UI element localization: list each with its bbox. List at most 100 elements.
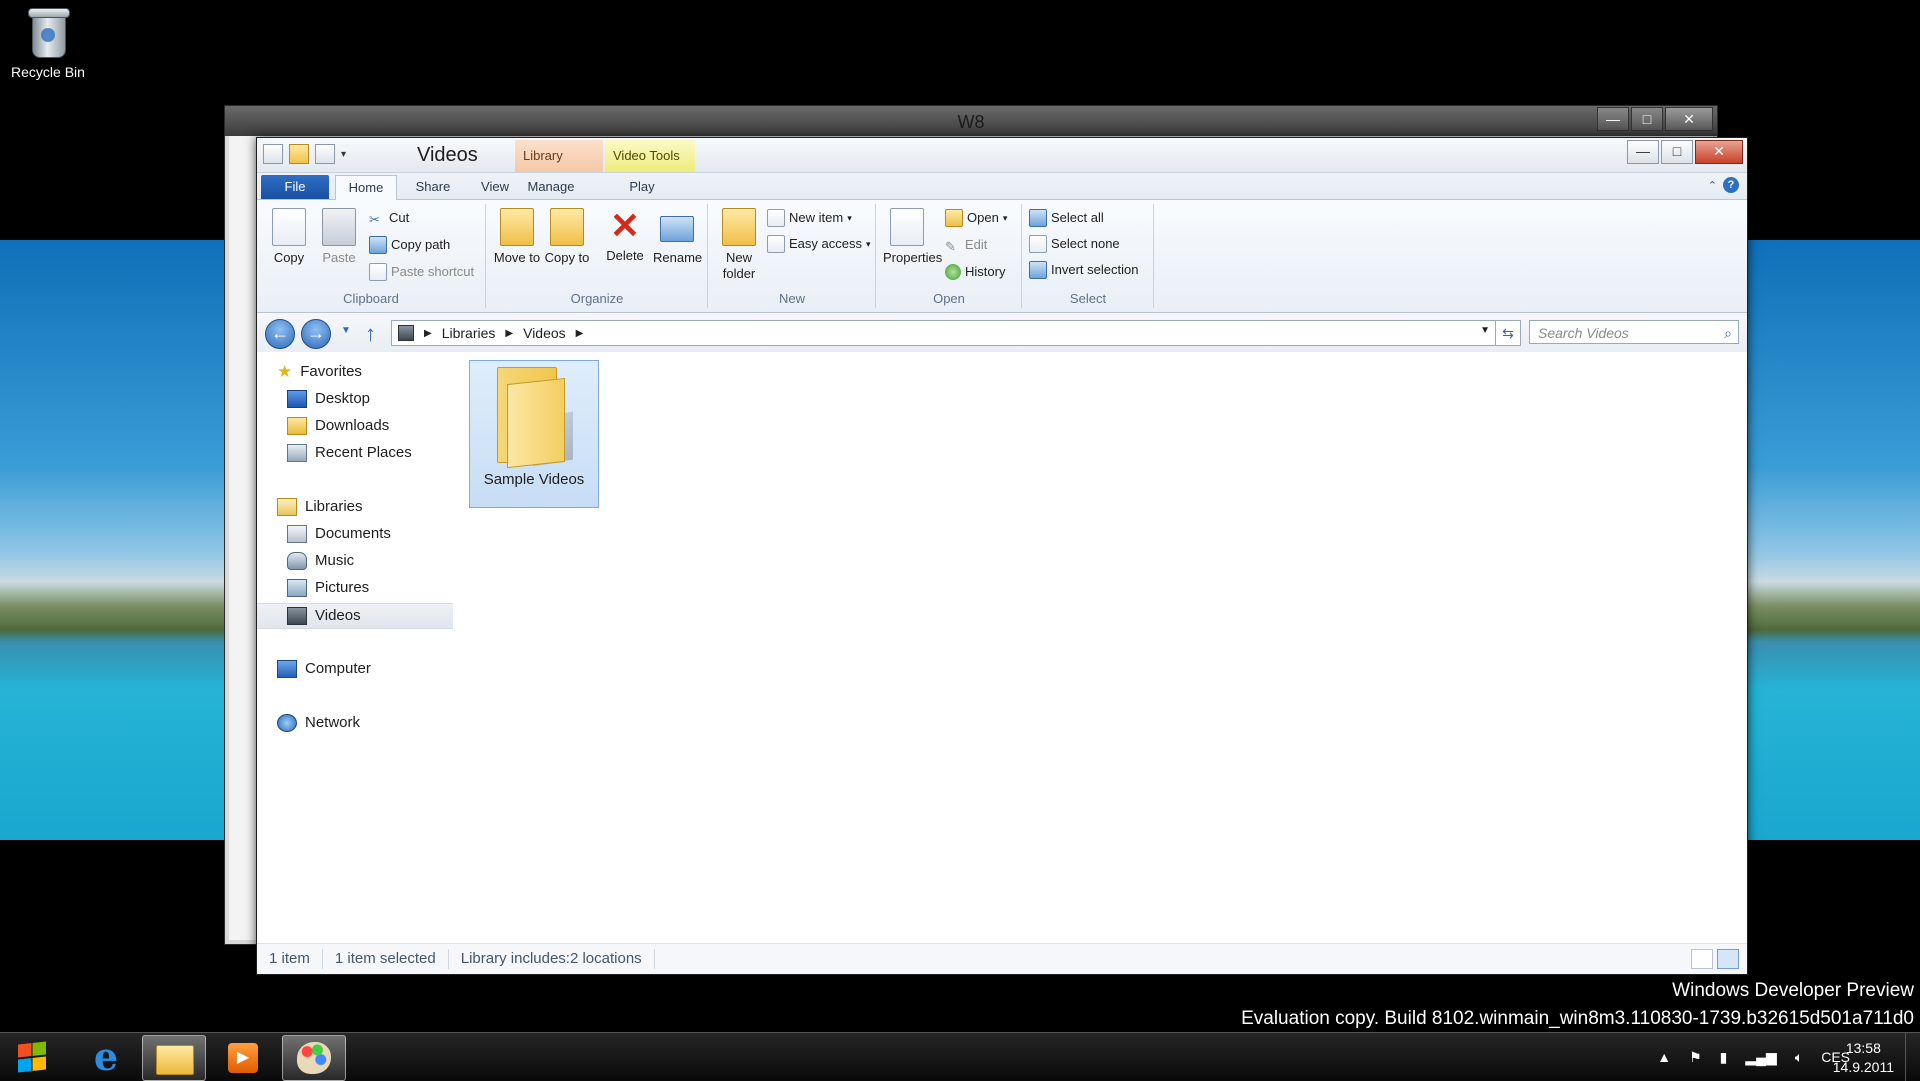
easy-access-button[interactable]: Easy access ▾ — [767, 234, 871, 254]
back-button[interactable]: ← — [265, 319, 295, 349]
volume-icon[interactable]: 🔈︎ — [1795, 1049, 1803, 1066]
group-label: Select — [1069, 291, 1107, 306]
context-tab-library-tools: Library Tools — [515, 140, 603, 195]
nav-item-recent-places[interactable]: Recent Places — [257, 441, 483, 465]
taskbar-media-player[interactable]: ▶ — [212, 1035, 274, 1079]
show-hidden-icons-icon[interactable]: ▲ — [1657, 1049, 1671, 1065]
computer-icon — [277, 660, 297, 678]
clock[interactable]: 13:58 14.9.2011 — [1833, 1039, 1894, 1077]
tab-file[interactable]: File — [261, 175, 329, 199]
breadcrumb-libraries[interactable]: Libraries — [442, 325, 496, 341]
tab-manage[interactable]: Manage — [515, 175, 587, 199]
taskbar-paint[interactable] — [282, 1035, 346, 1081]
recent-locations-icon[interactable]: ▼ — [341, 325, 351, 336]
nav-item-music[interactable]: Music — [257, 549, 483, 573]
address-dropdown-icon[interactable]: ▼ — [1480, 325, 1490, 336]
nav-computer[interactable]: Computer — [257, 657, 473, 681]
tab-share[interactable]: Share — [405, 175, 461, 199]
background-window-titlebar[interactable]: W8 — □ ✕ — [225, 106, 1717, 136]
nav-item-downloads[interactable]: Downloads — [257, 414, 483, 438]
videos-icon — [287, 607, 307, 625]
search-input[interactable]: Search Videos ⌕ — [1529, 320, 1739, 344]
properties-button[interactable]: Properties — [883, 208, 942, 266]
titlebar[interactable]: ▾ Videos Library Tools Video Tools — □ ✕ — [257, 138, 1747, 195]
nav-item-desktop[interactable]: Desktop — [257, 387, 483, 411]
chevron-down-icon[interactable]: ▾ — [341, 149, 346, 160]
maximize-button[interactable]: □ — [1661, 140, 1693, 164]
large-icons-view-button[interactable] — [1717, 949, 1739, 969]
system-menu-icon[interactable] — [263, 144, 283, 164]
network-icon — [277, 714, 297, 732]
copy-button[interactable]: Copy — [265, 208, 313, 266]
paste-button[interactable]: Paste — [315, 208, 363, 266]
nav-item-videos[interactable]: Videos — [257, 603, 483, 629]
media-player-icon: ▶ — [228, 1043, 258, 1073]
nav-network[interactable]: Network — [257, 711, 473, 735]
system-tray: ▲ ⚑ ▮ ▂▄▆ 🔈︎ CES — [1657, 1033, 1850, 1081]
cut-button[interactable]: ✂ Cut — [369, 208, 409, 228]
close-button[interactable]: ✕ — [1695, 140, 1743, 164]
properties-icon[interactable] — [315, 144, 335, 164]
copy-path-button[interactable]: Copy path — [369, 235, 450, 255]
minimize-ribbon-icon[interactable]: ⌃ — [1708, 179, 1717, 192]
breadcrumb[interactable]: ▶ Libraries ▶ Videos ▶ ▼ — [391, 320, 1497, 346]
nav-libraries[interactable]: Libraries — [257, 495, 473, 519]
group-clipboard: Copy Paste ✂ Cut Copy path Paste shortcu… — [257, 204, 486, 308]
action-center-flag-icon[interactable]: ⚑ — [1689, 1049, 1702, 1066]
search-icon[interactable]: ⌕ — [1724, 321, 1732, 345]
taskbar-file-explorer[interactable] — [142, 1035, 206, 1081]
details-view-button[interactable] — [1691, 949, 1713, 969]
breadcrumb-videos[interactable]: Videos — [523, 325, 566, 341]
status-library-locations: Library includes:2 locations — [449, 949, 655, 969]
nav-item-documents[interactable]: Documents — [257, 522, 483, 546]
properties-icon — [890, 208, 924, 246]
close-button[interactable]: ✕ — [1665, 107, 1713, 131]
tab-play[interactable]: Play — [605, 175, 679, 199]
taskbar: e ▶ ▲ ⚑ ▮ ▂▄▆ 🔈︎ CES 13:58 14.9.2011 — [0, 1032, 1920, 1081]
nav-favorites[interactable]: ★ Favorites — [257, 360, 473, 384]
group-label: New — [778, 291, 805, 306]
group-select: Select all Select none Invert selection … — [1023, 204, 1154, 308]
chevron-down-icon: ▾ — [865, 239, 871, 249]
group-label: Open — [933, 291, 965, 306]
new-folder-icon — [722, 208, 756, 246]
new-folder-button[interactable]: New folder — [715, 208, 763, 282]
history-button[interactable]: History — [945, 262, 1005, 282]
new-item-button[interactable]: New item ▾ — [767, 208, 852, 228]
edit-button[interactable]: ✎ Edit — [945, 235, 987, 255]
network-signal-icon[interactable]: ▂▄▆ — [1745, 1049, 1776, 1066]
history-icon — [945, 264, 961, 280]
taskbar-internet-explorer[interactable]: e — [74, 1035, 136, 1079]
content-area: ★ Favorites Desktop Downloads Recent Pla… — [257, 352, 1747, 944]
maximize-button[interactable]: □ — [1631, 107, 1663, 131]
help-icon[interactable]: ? — [1723, 177, 1739, 193]
start-button[interactable] — [0, 1033, 66, 1081]
folder-icon[interactable] — [289, 144, 309, 164]
forward-button[interactable]: → — [301, 319, 331, 349]
show-desktop-button[interactable] — [1905, 1033, 1920, 1081]
nav-item-pictures[interactable]: Pictures — [257, 576, 483, 600]
power-icon[interactable]: ▮ — [1720, 1049, 1728, 1066]
invert-selection-button[interactable]: Invert selection — [1029, 260, 1138, 280]
select-none-button[interactable]: Select none — [1029, 234, 1120, 254]
rename-button[interactable]: Rename — [653, 208, 702, 266]
paste-shortcut-button[interactable]: Paste shortcut — [369, 262, 474, 282]
internet-explorer-icon: e — [93, 1034, 119, 1079]
group-label: Clipboard — [343, 291, 399, 306]
open-icon — [945, 209, 963, 227]
copy-to-button[interactable]: Copy to — [543, 208, 591, 266]
tab-home[interactable]: Home — [335, 175, 397, 201]
file-item-label: Sample Videos — [483, 471, 585, 488]
delete-button[interactable]: ✕ Delete — [601, 208, 649, 264]
refresh-button[interactable]: ⇆ — [1495, 320, 1521, 346]
status-item-count: 1 item — [257, 949, 323, 969]
select-all-button[interactable]: Select all — [1029, 208, 1104, 228]
explorer-window[interactable]: ▾ Videos Library Tools Video Tools — □ ✕… — [256, 137, 1748, 975]
desktop-icon-recycle-bin[interactable]: Recycle Bin — [8, 6, 88, 80]
file-item-sample-videos[interactable]: Sample Videos — [469, 360, 599, 508]
open-button[interactable]: Open ▾ — [945, 208, 1007, 228]
minimize-button[interactable]: — — [1627, 140, 1659, 164]
up-button[interactable]: ↑ — [365, 321, 376, 347]
minimize-button[interactable]: — — [1597, 107, 1629, 131]
move-to-button[interactable]: Move to — [493, 208, 541, 266]
